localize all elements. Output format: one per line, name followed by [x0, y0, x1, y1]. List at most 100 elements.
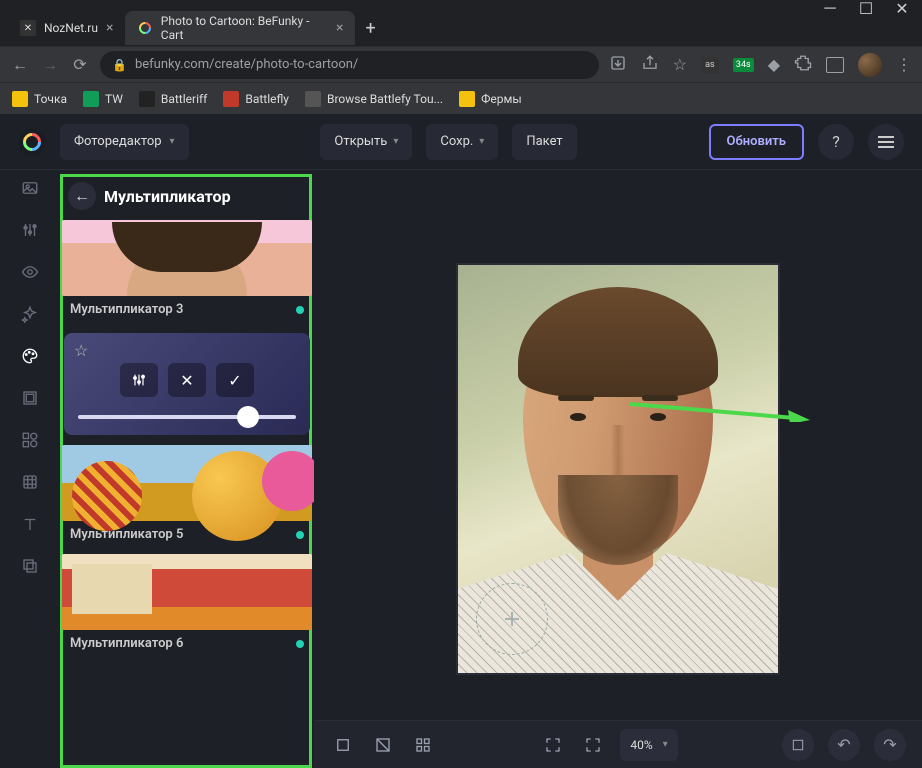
image-tool-icon[interactable] — [18, 176, 42, 200]
effect-thumbnail — [62, 554, 312, 630]
effect-label: Мультипликатор 6 — [70, 636, 183, 651]
address-bar[interactable]: 🔒 befunky.com/create/photo-to-cartoon/ — [100, 51, 599, 79]
grid-icon[interactable] — [410, 732, 436, 758]
back-icon[interactable]: ← — [10, 55, 30, 75]
shapes-tool-icon[interactable] — [18, 428, 42, 452]
bookmark-icon — [83, 91, 99, 107]
effect-item[interactable]: Мультипликатор 3 — [62, 220, 312, 325]
effect-controls: ☆ ✕ ✓ — [64, 333, 310, 435]
bookmark-icon — [223, 91, 239, 107]
lock-icon: 🔒 — [112, 58, 127, 72]
premium-dot-icon — [296, 306, 304, 314]
canvas-toolbar: 40%▾ ↶ ↷ — [314, 720, 922, 768]
ext-badge-icon[interactable]: 34s — [733, 58, 754, 72]
premium-dot-icon — [296, 640, 304, 648]
bookmark-item[interactable]: Фермы — [459, 91, 522, 107]
chevron-down-icon: ▾ — [170, 136, 175, 147]
bookmark-item[interactable]: TW — [83, 91, 123, 107]
eye-tool-icon[interactable] — [18, 260, 42, 284]
layers-tool-icon[interactable] — [18, 554, 42, 578]
close-window-button[interactable]: ✕ — [896, 2, 908, 14]
browser-tab[interactable]: Photo to Cartoon: BeFunky - Cart × — [125, 11, 355, 45]
cancel-button[interactable]: ✕ — [168, 363, 206, 397]
crop-icon[interactable] — [330, 732, 356, 758]
settings-button[interactable] — [120, 363, 158, 397]
help-button[interactable]: ? — [818, 124, 854, 160]
frame-tool-icon[interactable] — [18, 386, 42, 410]
text-tool-icon[interactable] — [18, 512, 42, 536]
chevron-down-icon: ▾ — [479, 136, 484, 147]
bookmarks-bar: Точка TW Battleriff Battlefly Browse Bat… — [0, 82, 922, 114]
address-bar-row: ← → ⟳ 🔒 befunky.com/create/photo-to-cart… — [0, 46, 922, 82]
profile-avatar[interactable] — [858, 53, 882, 77]
upgrade-button[interactable]: Обновить — [709, 124, 804, 160]
reload-icon[interactable]: ⟳ — [70, 55, 90, 74]
intensity-slider[interactable] — [78, 415, 296, 419]
chevron-down-icon: ▾ — [393, 136, 398, 147]
watermark-icon — [476, 583, 548, 655]
favicon-icon: ✕ — [20, 20, 36, 36]
install-icon[interactable] — [609, 54, 627, 76]
effect-item[interactable]: Мультипликатор 5 — [62, 445, 312, 550]
favicon-icon — [137, 20, 152, 36]
close-tab-icon[interactable]: × — [336, 20, 343, 36]
forward-icon[interactable]: → — [40, 55, 60, 75]
canvas-area: 40%▾ ↶ ↷ — [314, 170, 922, 768]
lastfm-ext-icon[interactable]: as — [701, 57, 719, 73]
star-icon[interactable]: ☆ — [673, 55, 687, 74]
zoom-control[interactable]: 40%▾ — [620, 729, 677, 761]
premium-dot-icon — [296, 531, 304, 539]
bookmark-item[interactable]: Точка — [12, 91, 67, 107]
adjust-tool-icon[interactable] — [18, 218, 42, 242]
ext-icon[interactable]: ◆ — [768, 55, 780, 74]
url-text: befunky.com/create/photo-to-cartoon/ — [135, 57, 358, 72]
effect-thumbnail — [62, 445, 312, 521]
menu-button[interactable] — [868, 124, 904, 160]
effect-label: Мультипликатор 5 — [70, 527, 183, 542]
apply-button[interactable]: ✓ — [216, 363, 254, 397]
open-button[interactable]: Открыть▾ — [320, 124, 412, 160]
ext-icon[interactable] — [826, 57, 844, 73]
favorite-icon[interactable]: ☆ — [74, 341, 88, 360]
minimize-button[interactable]: ─ — [824, 2, 836, 14]
hamburger-icon — [878, 141, 894, 143]
panel-title: Мультипликатор — [104, 187, 231, 206]
effect-item[interactable]: Мультипликатор 6 — [62, 554, 312, 659]
batch-button[interactable]: Пакет — [512, 124, 576, 160]
app-toolbar: Фоторедактор▾ Открыть▾ Сохр.▾ Пакет Обно… — [0, 114, 922, 170]
undo-button[interactable]: ↶ — [828, 729, 860, 761]
tab-title: NozNet.ru — [44, 21, 98, 35]
fit-icon[interactable] — [580, 732, 606, 758]
chevron-down-icon: ▾ — [663, 739, 668, 750]
save-button[interactable]: Сохр.▾ — [426, 124, 498, 160]
new-tab-button[interactable]: + — [355, 18, 385, 39]
menu-icon[interactable]: ⋮ — [896, 55, 912, 74]
tool-rail — [0, 170, 60, 768]
sparkle-tool-icon[interactable] — [18, 302, 42, 326]
app-logo[interactable] — [18, 128, 46, 156]
browser-tab[interactable]: ✕ NozNet.ru × — [8, 11, 125, 45]
mode-dropdown[interactable]: Фоторедактор▾ — [60, 124, 189, 160]
texture-tool-icon[interactable] — [18, 470, 42, 494]
bookmark-item[interactable]: Browse Battlefy Tou... — [305, 91, 443, 107]
redo-button[interactable]: ↷ — [874, 729, 906, 761]
extensions-icon[interactable] — [794, 54, 812, 76]
maximize-button[interactable]: ☐ — [860, 2, 872, 14]
bookmark-item[interactable]: Battleriff — [139, 91, 207, 107]
transform-icon[interactable] — [370, 732, 396, 758]
bookmark-item[interactable]: Battlefly — [223, 91, 289, 107]
canvas[interactable] — [456, 263, 780, 675]
compare-button[interactable] — [782, 729, 814, 761]
effect-label: Мультипликатор 3 — [70, 302, 183, 317]
slider-thumb[interactable] — [239, 408, 257, 426]
close-tab-icon[interactable]: × — [106, 20, 113, 36]
bookmark-icon — [139, 91, 155, 107]
artsy-tool-icon[interactable] — [18, 344, 42, 368]
share-icon[interactable] — [641, 54, 659, 76]
panel-back-button[interactable]: ← — [68, 182, 96, 210]
bookmark-icon — [459, 91, 475, 107]
effects-panel: ← Мультипликатор Мультипликатор 3 ☆ ✕ ✓ — [60, 170, 314, 768]
tab-strip: ✕ NozNet.ru × Photo to Cartoon: BeFunky … — [0, 10, 922, 46]
fullscreen-icon[interactable] — [540, 732, 566, 758]
bookmark-icon — [12, 91, 28, 107]
